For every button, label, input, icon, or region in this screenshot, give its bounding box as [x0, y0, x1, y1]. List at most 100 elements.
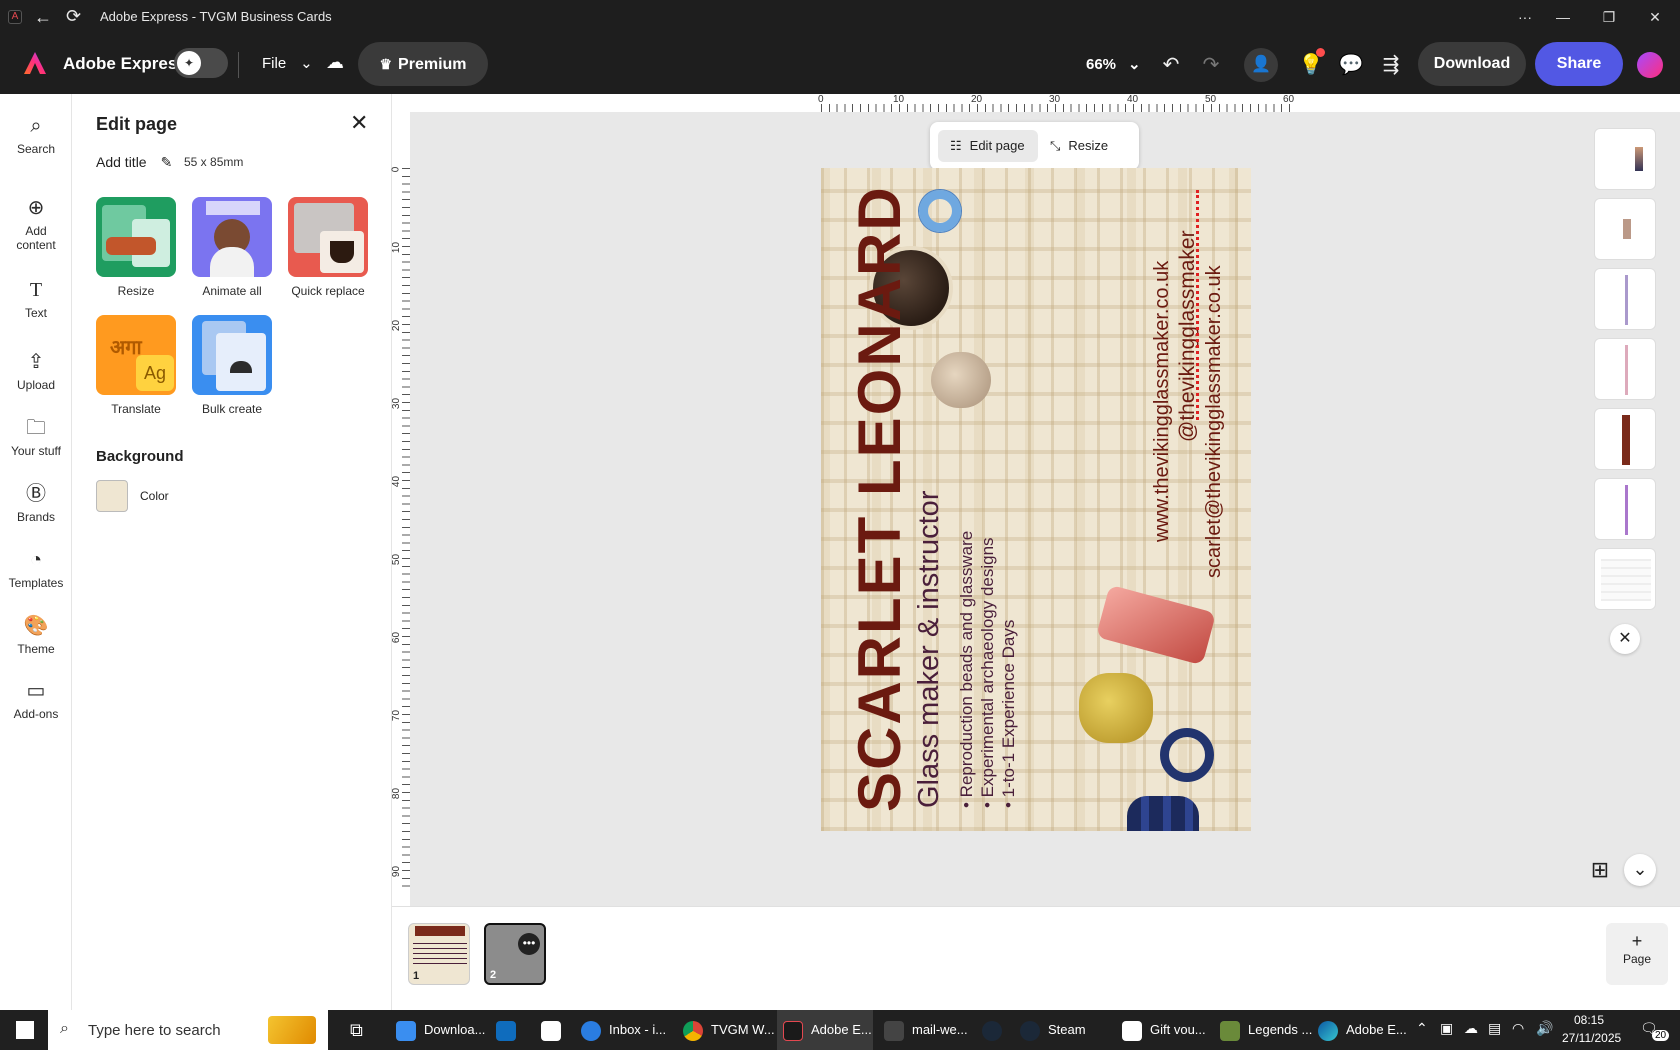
quick-replace-tool[interactable] [288, 197, 368, 277]
resize-tool[interactable] [96, 197, 176, 277]
upload-icon: ⇪ [27, 351, 45, 373]
resize-label: Resize [1068, 138, 1109, 153]
collapse-chevron-icon[interactable]: ⌄ [1624, 854, 1656, 886]
rail-label: Text [24, 306, 47, 320]
taskbar-app-legends[interactable]: Legends ... [1220, 1010, 1312, 1050]
schedule-icon[interactable]: ⇶ [1378, 52, 1404, 78]
cloud-icon[interactable]: ☁ [326, 52, 344, 73]
wifi-icon[interactable]: ◠ [1512, 1020, 1524, 1037]
more-options-icon[interactable]: ••• [518, 933, 540, 955]
mode-toggle[interactable]: ✦ [174, 48, 228, 78]
card-email[interactable]: scarlet@thevikingglassmaker.co.uk [1203, 265, 1226, 578]
zoom-level[interactable]: 66% ⌄ [1086, 55, 1141, 73]
ruler-left-label: 80 [391, 787, 403, 800]
notification-count: 20 [1652, 1030, 1670, 1041]
avatar[interactable] [1637, 52, 1663, 78]
card-bullet[interactable]: • Experimental archaeology designs [978, 537, 998, 808]
invite-button[interactable]: 👤 [1244, 48, 1278, 82]
undo-icon[interactable]: ↶ [1158, 52, 1184, 78]
bulk-create-tool[interactable] [192, 315, 272, 395]
ruler-left-label: 60 [391, 631, 403, 644]
zoom-chevron-icon: ⌄ [1128, 56, 1141, 73]
taskbar-app-edge[interactable]: Adobe E... [1318, 1010, 1407, 1050]
file-menu[interactable]: File ⌄ [262, 54, 313, 72]
card-website[interactable]: www.thevikingglassmaker.co.uk [1151, 261, 1174, 542]
tray-chevron-icon[interactable]: ⌃ [1416, 1020, 1428, 1037]
rail-templates[interactable]: ◔ Templates [0, 548, 72, 590]
ruler-top-label: 20 [971, 94, 983, 105]
share-button[interactable]: Share [1535, 42, 1623, 86]
taskbar-app-mail[interactable]: mail-we... [884, 1010, 968, 1050]
rail-your-stuff[interactable]: 🗀 Your stuff [0, 416, 72, 458]
thumbnail[interactable] [1594, 198, 1656, 260]
thumbnail[interactable] [1594, 128, 1656, 190]
plus-circle-icon: ⊕ [27, 197, 45, 219]
comment-icon[interactable]: 💬 [1338, 52, 1364, 78]
download-button[interactable]: Download [1418, 42, 1526, 86]
back-icon[interactable]: ← [34, 7, 52, 28]
card-bullet[interactable]: • Reproduction beads and glassware [957, 531, 977, 808]
rail-text[interactable]: T Text [0, 278, 72, 320]
grid-view-icon[interactable]: ⊞ [1586, 856, 1614, 884]
rail-add-ons[interactable]: ▭ Add-ons [0, 679, 72, 721]
animate-all-tool[interactable] [192, 197, 272, 277]
rail-theme[interactable]: 🎨 Theme [0, 614, 72, 656]
tray-display-icon[interactable]: ▤ [1488, 1020, 1501, 1037]
thumbnail[interactable] [1594, 338, 1656, 400]
page-thumbnail[interactable]: 1 [408, 923, 470, 985]
close-thumbnails-icon[interactable]: ✕ [1610, 624, 1640, 654]
taskbar-app-gift[interactable]: Gift vou... [1122, 1010, 1206, 1050]
refresh-icon[interactable]: ⟳ [66, 6, 81, 27]
taskbar-app-downloads[interactable]: Downloa... [396, 1010, 485, 1050]
rail-brands[interactable]: Ⓑ Brands [0, 482, 72, 524]
edit-page-button[interactable]: ☷ Edit page [938, 130, 1038, 162]
clock-time[interactable]: 08:15 [1574, 1013, 1604, 1027]
edge-icon [1318, 1020, 1338, 1041]
business-card-page[interactable]: SCARLET LEONARD Glass maker & instructor… [821, 168, 1251, 831]
task-view-icon[interactable]: ⧉ [350, 1020, 363, 1041]
thumbnail[interactable] [1594, 408, 1656, 470]
taskbar-app-chrome[interactable]: TVGM W... [683, 1010, 775, 1050]
page-thumbnail-selected[interactable]: ••• 2 [484, 923, 546, 985]
rail-search[interactable]: ⌕ Search [0, 114, 72, 156]
floating-page-toolbar: ☷ Edit page ⤡ Resize [930, 122, 1139, 170]
tray-cloud-icon[interactable]: ☁ [1464, 1020, 1478, 1037]
clock-date[interactable]: 27/11/2025 [1562, 1031, 1621, 1045]
taskbar-search-box[interactable]: ⌕ Type here to search [48, 1010, 328, 1050]
close-panel-icon[interactable]: ✕ [350, 110, 368, 136]
taskbar-app-inbox[interactable]: Inbox - i... [581, 1010, 666, 1050]
notion-icon [1122, 1020, 1142, 1041]
card-name[interactable]: SCARLET LEONARD [845, 185, 914, 812]
background-color-swatch[interactable] [96, 480, 128, 512]
taskbar-app-adobe-express-active[interactable]: Adobe E... [777, 1010, 873, 1050]
taskbar-app-steam[interactable]: Steam [1020, 1010, 1086, 1050]
notification-dot-icon [1316, 48, 1325, 57]
translate-tool[interactable]: अगा Ag [96, 315, 176, 395]
folder-icon: 🗀 [26, 417, 46, 439]
resize-button[interactable]: ⤡ Resize [1050, 130, 1108, 162]
taskbar-app-outlook[interactable] [496, 1010, 524, 1050]
add-title-button[interactable]: Add title ✎ [96, 154, 172, 171]
ruler-left-label: 10 [391, 241, 403, 254]
thumbnail[interactable] [1594, 478, 1656, 540]
minimize-button[interactable]: — [1540, 0, 1586, 34]
rail-add-content[interactable]: ⊕ Add content [0, 196, 72, 252]
rail-upload[interactable]: ⇪ Upload [0, 350, 72, 392]
ruler-corner [392, 94, 410, 112]
taskbar-app-notion[interactable] [541, 1010, 569, 1050]
taskbar-app-label: Downloa... [424, 1022, 486, 1037]
volume-icon[interactable]: 🔊 [1536, 1020, 1553, 1037]
add-page-button[interactable]: + Page [1606, 923, 1668, 985]
card-bullet[interactable]: • 1-to-1 Experience Days [999, 620, 1019, 808]
thumbnail[interactable] [1594, 268, 1656, 330]
thumbnail[interactable] [1594, 548, 1656, 610]
tray-app-icon[interactable]: ▣ [1440, 1020, 1453, 1037]
card-role[interactable]: Glass maker & instructor [913, 491, 946, 808]
maximize-button[interactable]: ❐ [1586, 0, 1632, 34]
premium-button[interactable]: ♛ Premium [358, 42, 488, 86]
close-window-button[interactable]: ✕ [1632, 0, 1678, 34]
redo-icon[interactable]: ↷ [1198, 52, 1224, 78]
windows-start-icon[interactable] [16, 1021, 34, 1039]
taskbar-app-steam-icon[interactable] [982, 1010, 1010, 1050]
ruler-top-label: 30 [1049, 94, 1061, 105]
